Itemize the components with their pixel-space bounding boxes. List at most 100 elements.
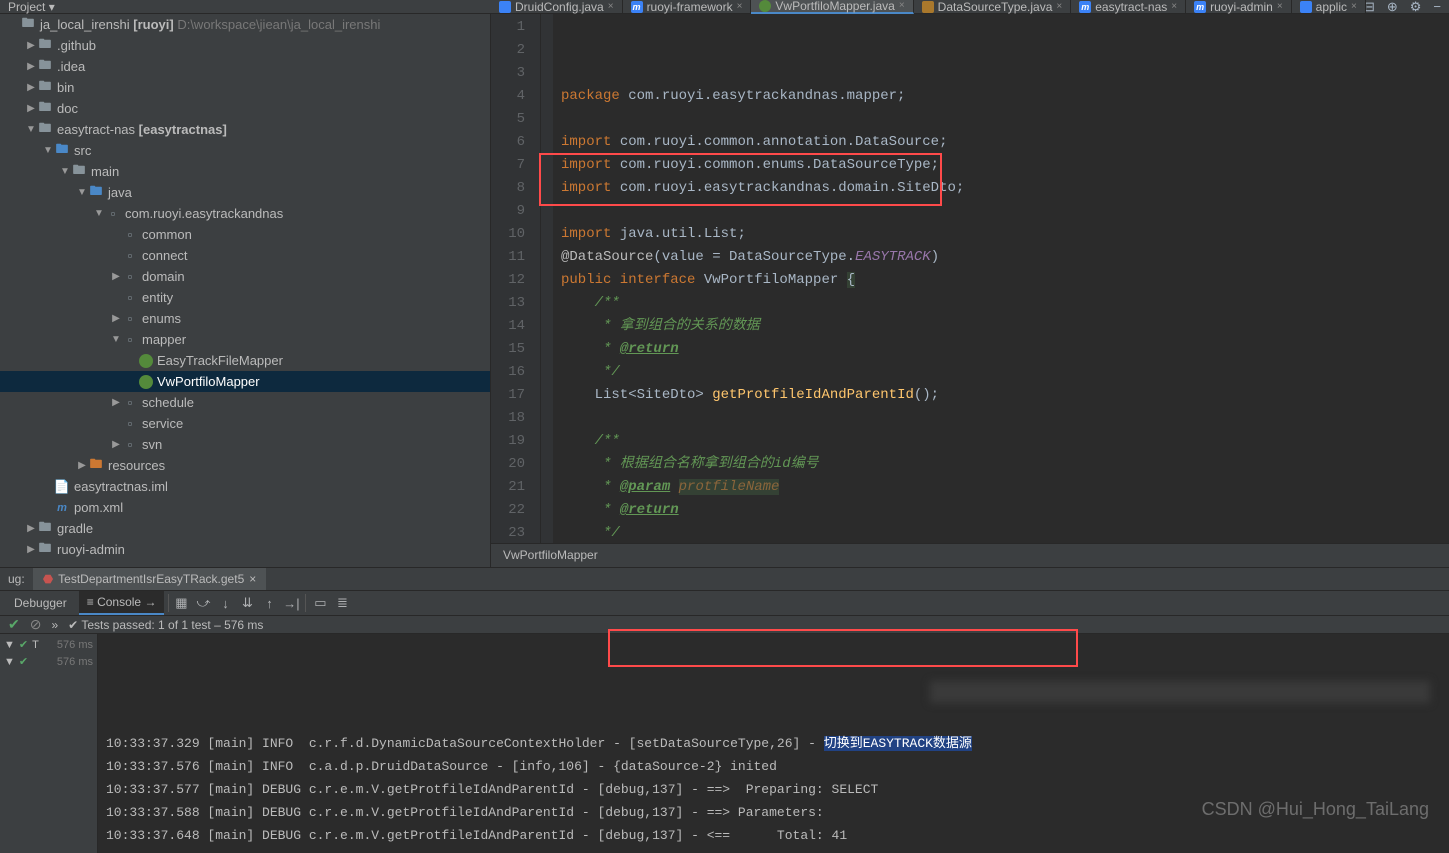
console-output[interactable]: 10:33:37.329 [main] INFO c.r.f.d.Dynamic… — [98, 634, 1449, 853]
line-number[interactable]: 7 — [491, 154, 525, 177]
console-line[interactable]: 10:33:37.577 [main] DEBUG c.r.e.m.V.getP… — [106, 778, 1441, 801]
code-line[interactable]: package com.ruoyi.easytrackandnas.mapper… — [561, 85, 1449, 108]
expand-icon[interactable]: » — [51, 618, 58, 632]
debugger-tab[interactable]: Debugger — [6, 592, 75, 614]
test-row[interactable]: ▼✔T576 ms — [0, 636, 97, 653]
code-line[interactable]: */ — [561, 522, 1449, 543]
tree-item[interactable]: ▼🖿java — [0, 182, 490, 203]
close-icon[interactable]: × — [737, 1, 743, 12]
editor-tab[interactable]: applic× — [1292, 0, 1366, 14]
tree-item[interactable]: ▶🖿bin — [0, 77, 490, 98]
tree-item[interactable]: ▫service — [0, 413, 490, 434]
line-number[interactable]: 4 — [491, 85, 525, 108]
line-number[interactable]: 1 — [491, 16, 525, 39]
project-tree[interactable]: 🖿ja_local_irenshi [ruoyi] D:\workspace\j… — [0, 14, 491, 567]
tree-arrow-icon[interactable]: ▶ — [25, 103, 37, 114]
test-row[interactable]: ▼✔576 ms — [0, 653, 97, 670]
tree-item[interactable]: mpom.xml — [0, 497, 490, 518]
trace-icon[interactable]: ≣ — [334, 595, 350, 611]
tree-arrow-icon[interactable]: ▶ — [25, 544, 37, 555]
code-line[interactable]: * @return — [561, 499, 1449, 522]
tree-item[interactable]: ▼🖿main — [0, 161, 490, 182]
tree-arrow-icon[interactable]: ▶ — [25, 61, 37, 72]
hide-icon[interactable]: − — [1433, 0, 1441, 15]
tree-item[interactable]: ▶🖿ruoyi-admin — [0, 539, 490, 560]
code-line[interactable]: public interface VwPortfiloMapper { — [561, 269, 1449, 292]
tree-arrow-icon[interactable]: ▼ — [59, 166, 71, 177]
editor-tab[interactable]: mruoyi-framework× — [623, 0, 752, 14]
line-number[interactable]: 20 — [491, 453, 525, 476]
tree-item[interactable]: ▫entity — [0, 287, 490, 308]
code-line[interactable]: */ — [561, 361, 1449, 384]
tree-item[interactable]: 📄easytractnas.iml — [0, 476, 490, 497]
line-number[interactable]: 9 — [491, 200, 525, 223]
line-number[interactable]: 17 — [491, 384, 525, 407]
step-into-icon[interactable]: ↓ — [217, 595, 233, 611]
code-line[interactable]: /** — [561, 430, 1449, 453]
code-line[interactable]: * @return — [561, 338, 1449, 361]
line-number[interactable]: 11 — [491, 246, 525, 269]
settings-icon[interactable]: ⚙ — [1410, 0, 1422, 15]
code-line[interactable]: * 根据组合名称拿到组合的id编号 — [561, 453, 1449, 476]
code-line[interactable]: /** — [561, 292, 1449, 315]
console-tab[interactable]: ≡ Console → — [79, 591, 165, 615]
step-into-force-icon[interactable]: ⇊ — [239, 595, 255, 611]
line-number[interactable]: 22 — [491, 499, 525, 522]
console-line[interactable]: 10:33:37.648 [main] DEBUG c.r.e.m.V.getP… — [106, 824, 1441, 847]
line-number[interactable]: 23 — [491, 522, 525, 543]
line-number[interactable]: 2 — [491, 39, 525, 62]
tree-arrow-icon[interactable]: ▶ — [25, 523, 37, 534]
tree-arrow-icon[interactable]: ▼ — [110, 334, 122, 345]
tree-item[interactable]: ▶🖿resources — [0, 455, 490, 476]
editor-tab[interactable]: measytract-nas× — [1071, 0, 1186, 14]
line-number[interactable]: 10 — [491, 223, 525, 246]
tree-item[interactable]: VwPortfiloMapper — [0, 371, 490, 392]
tree-item[interactable]: ▶🖿gradle — [0, 518, 490, 539]
tree-item[interactable]: ▼🖿easytract-nas [easytractnas] — [0, 119, 490, 140]
tree-arrow-icon[interactable]: ▼ — [42, 145, 54, 156]
breadcrumb[interactable]: VwPortfiloMapper — [491, 543, 1449, 567]
close-icon[interactable]: × — [1056, 1, 1062, 12]
step-over-icon[interactable]: ⤻ — [195, 595, 211, 611]
tree-arrow-icon[interactable]: ▶ — [110, 271, 122, 282]
close-icon[interactable]: × — [1351, 1, 1357, 12]
line-number[interactable]: 13 — [491, 292, 525, 315]
code-editor[interactable]: 1234567891011121314151617181920212223 pa… — [491, 14, 1449, 543]
tree-item[interactable]: ▼🖿src — [0, 140, 490, 161]
tree-arrow-icon[interactable]: ▶ — [110, 397, 122, 408]
editor-tab[interactable]: DruidConfig.java× — [491, 0, 623, 14]
close-icon[interactable]: × — [608, 1, 614, 12]
tree-arrow-icon[interactable]: ▼ — [76, 187, 88, 198]
tree-arrow-icon[interactable]: ▶ — [110, 313, 122, 324]
tree-arrow-icon[interactable]: ▼ — [93, 208, 105, 219]
line-number[interactable]: 21 — [491, 476, 525, 499]
code-line[interactable]: import com.ruoyi.common.annotation.DataS… — [561, 131, 1449, 154]
tree-item[interactable]: ▶🖿doc — [0, 98, 490, 119]
tree-item[interactable]: ▼▫com.ruoyi.easytrackandnas — [0, 203, 490, 224]
tree-item[interactable]: ▶▫domain — [0, 266, 490, 287]
tree-arrow-icon[interactable]: ▼ — [25, 124, 37, 135]
close-icon[interactable]: × — [1171, 1, 1177, 12]
line-number[interactable]: 15 — [491, 338, 525, 361]
code-line[interactable] — [561, 407, 1449, 430]
tree-item[interactable]: ▶▫svn — [0, 434, 490, 455]
tree-item[interactable]: ▼▫mapper — [0, 329, 490, 350]
code-line[interactable]: @DataSource(value = DataSourceType.EASYT… — [561, 246, 1449, 269]
code-line[interactable]: * 拿到组合的关系的数据 — [561, 315, 1449, 338]
tree-item[interactable]: EasyTrackFileMapper — [0, 350, 490, 371]
layout-icon[interactable]: ▦ — [173, 595, 189, 611]
run-to-cursor-icon[interactable]: →| — [283, 595, 299, 611]
editor-tab[interactable]: DataSourceType.java× — [914, 0, 1072, 14]
close-icon[interactable]: × — [899, 0, 905, 11]
editor-tab[interactable]: VwPortfiloMapper.java× — [751, 0, 913, 14]
target-icon[interactable]: ⊕ — [1387, 0, 1398, 15]
code-line[interactable]: import java.util.List; — [561, 223, 1449, 246]
tree-item[interactable]: ▶▫schedule — [0, 392, 490, 413]
line-number[interactable]: 19 — [491, 430, 525, 453]
close-icon[interactable]: × — [249, 572, 256, 586]
line-number[interactable]: 14 — [491, 315, 525, 338]
code-line[interactable]: * @param protfileName — [561, 476, 1449, 499]
step-out-icon[interactable]: ↑ — [261, 595, 277, 611]
tree-arrow-icon[interactable]: ▶ — [25, 82, 37, 93]
tree-item[interactable]: ▫common — [0, 224, 490, 245]
